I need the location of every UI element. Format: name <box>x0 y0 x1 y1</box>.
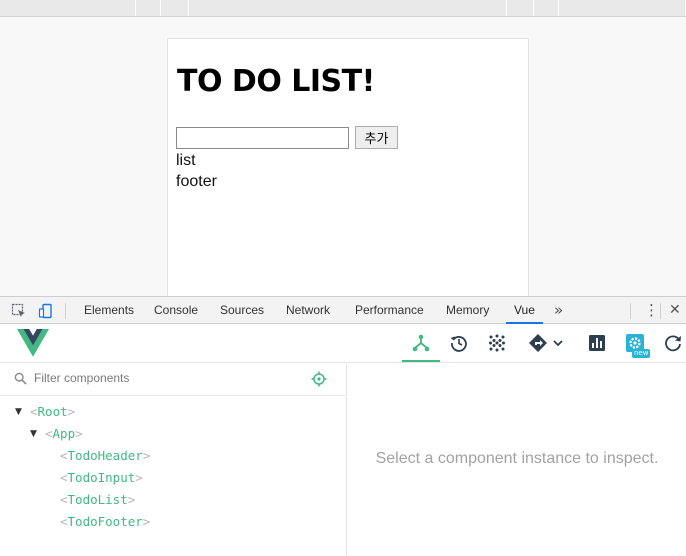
expand-arrow-icon[interactable]: ▼ <box>30 424 37 444</box>
refresh-icon[interactable] <box>662 332 684 354</box>
close-devtools-icon[interactable]: ✕ <box>669 297 681 324</box>
list-text: list <box>176 152 196 169</box>
tree-item-todofooter[interactable]: <TodoFooter> <box>60 512 150 532</box>
tree-item-root[interactable]: ▼ <Root> <box>15 402 75 422</box>
history-icon[interactable] <box>448 332 470 354</box>
active-tool-indicator <box>402 360 440 362</box>
inspect-empty-message: Select a component instance to inspect. <box>375 450 659 467</box>
ruler-segment <box>507 0 534 16</box>
add-button[interactable]: 추가 <box>355 126 398 149</box>
ruler-segment <box>559 0 686 16</box>
tab-vue[interactable]: Vue <box>506 297 543 324</box>
device-toolbar-icon[interactable] <box>38 303 54 319</box>
routing-icon[interactable] <box>528 332 568 354</box>
ruler-segment <box>0 0 136 16</box>
vuex-icon[interactable] <box>486 332 508 354</box>
component-inspector-pane: Select a component instance to inspect. <box>348 364 686 556</box>
component-name: TodoList <box>67 492 128 507</box>
component-name: Root <box>37 404 68 419</box>
tab-elements[interactable]: Elements <box>84 297 134 324</box>
tab-network[interactable]: Network <box>286 297 330 324</box>
component-name: TodoFooter <box>67 514 143 529</box>
ruler-segment <box>534 0 559 16</box>
expand-arrow-icon[interactable]: ▼ <box>15 402 22 422</box>
tree-item-todoinput[interactable]: <TodoInput> <box>60 468 143 488</box>
component-tree-pane: Filter components ▼ <Root> ▼ <App> <Todo… <box>0 364 347 556</box>
todo-app: TO DO LIST! 추가 list footer <box>167 38 529 298</box>
tab-performance[interactable]: Performance <box>355 297 424 324</box>
tree-item-app[interactable]: ▼ <App> <box>30 424 83 444</box>
ruler-segment <box>136 0 161 16</box>
performance-icon[interactable] <box>586 332 608 354</box>
devtools-tab-bar: Elements Console Sources Network Perform… <box>0 296 686 324</box>
toolbar-divider <box>65 303 66 319</box>
component-name: TodoHeader <box>67 448 143 463</box>
app-title: TO DO LIST! <box>177 64 375 99</box>
filter-components-input[interactable]: Filter components <box>34 371 129 385</box>
filter-components-bar: Filter components <box>0 364 347 396</box>
tree-item-todolist[interactable]: <TodoList> <box>60 490 135 510</box>
ruler-segment <box>189 0 507 16</box>
tab-console[interactable]: Console <box>154 297 198 324</box>
tab-sources[interactable]: Sources <box>220 297 264 324</box>
toolbar-divider <box>630 303 631 319</box>
components-icon[interactable] <box>410 332 432 354</box>
devtools-menu-icon[interactable]: ⋮ <box>644 297 659 324</box>
new-badge: new <box>632 349 651 358</box>
ruler-bar <box>0 0 686 17</box>
tab-memory[interactable]: Memory <box>446 297 489 324</box>
more-tabs-icon[interactable]: » <box>554 297 563 324</box>
component-name: TodoInput <box>67 470 136 485</box>
select-component-in-page-icon[interactable] <box>311 371 327 392</box>
todo-input[interactable] <box>176 127 349 149</box>
ruler-segment <box>161 0 189 16</box>
vue-devtools-toolbar <box>0 324 686 363</box>
component-name: App <box>52 426 76 441</box>
search-icon <box>14 372 27 390</box>
page-viewport: TO DO LIST! 추가 list footer <box>0 17 686 298</box>
vue-logo-icon <box>17 329 49 362</box>
inspect-element-icon[interactable] <box>11 303 27 319</box>
footer-text: footer <box>176 173 217 190</box>
toolbar-divider <box>660 303 661 319</box>
tree-item-todoheader[interactable]: <TodoHeader> <box>60 446 150 466</box>
